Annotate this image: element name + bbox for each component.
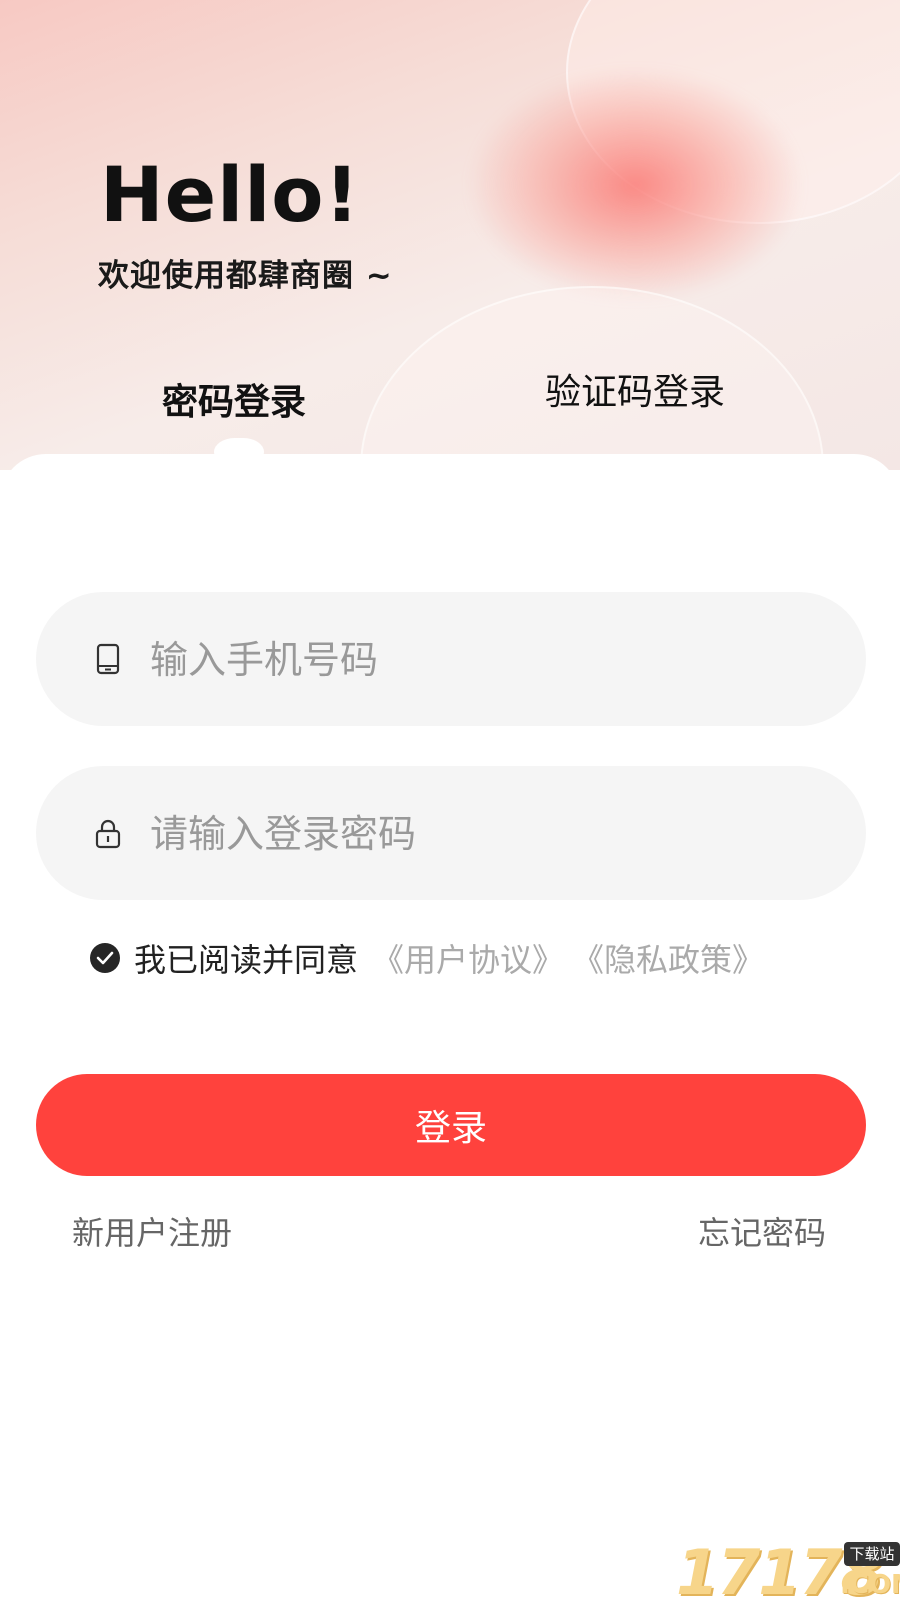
header-banner: Hello! 欢迎使用都肆商圈 ~ 密码登录 验证码登录 bbox=[0, 0, 900, 470]
login-button[interactable]: 登录 bbox=[36, 1074, 866, 1176]
password-input[interactable] bbox=[148, 766, 832, 902]
tab-password-login[interactable]: 密码登录 bbox=[162, 373, 306, 425]
agreement-text: 我已阅读并同意 bbox=[134, 941, 359, 979]
agreement-checkbox[interactable] bbox=[90, 943, 120, 973]
privacy-policy-link[interactable]: 《隐私政策》 bbox=[572, 935, 764, 981]
user-agreement-link[interactable]: 《用户协议》 bbox=[372, 935, 564, 981]
agreement-row: 我已阅读并同意 《用户协议》 《隐私政策》 bbox=[90, 936, 764, 980]
site-watermark: 17178 下载站 .COM bbox=[676, 1536, 900, 1609]
register-link[interactable]: 新用户注册 bbox=[72, 1208, 232, 1254]
decorative-gradient-blob bbox=[470, 70, 800, 300]
lock-icon bbox=[94, 817, 122, 849]
phone-input[interactable] bbox=[148, 592, 832, 728]
phone-field[interactable] bbox=[36, 592, 866, 728]
welcome-subtitle: 欢迎使用都肆商圈 ~ bbox=[98, 258, 393, 294]
password-field[interactable] bbox=[36, 766, 866, 902]
phone-icon bbox=[94, 643, 122, 675]
greeting-title: Hello! bbox=[100, 150, 361, 239]
check-icon bbox=[96, 951, 114, 965]
tab-code-login[interactable]: 验证码登录 bbox=[545, 363, 725, 415]
watermark-badge: 下载站 bbox=[844, 1542, 900, 1566]
forgot-password-link[interactable]: 忘记密码 bbox=[698, 1208, 826, 1254]
watermark-suffix: .COM bbox=[840, 1570, 900, 1600]
